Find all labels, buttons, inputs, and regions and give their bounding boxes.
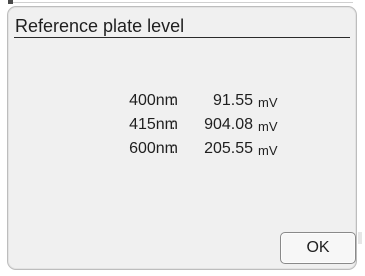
reading-row-600nm: 600nm : 205.55 mV bbox=[8, 139, 356, 163]
background-window-rule bbox=[13, 2, 353, 3]
title-divider bbox=[14, 37, 350, 38]
reading-separator: : bbox=[171, 140, 176, 157]
reading-row-400nm: 400nm : 91.55 mV bbox=[8, 91, 356, 115]
reading-unit: mV bbox=[258, 119, 278, 134]
reading-value: 91.55 bbox=[212, 92, 253, 109]
dialog-title: Reference plate level bbox=[15, 16, 185, 36]
screen: Reference plate level 400nm : 91.55 mV 4… bbox=[0, 0, 365, 276]
reading-value: 205.55 bbox=[204, 140, 253, 157]
reading-unit: mV bbox=[258, 95, 278, 110]
reading-separator: : bbox=[171, 92, 176, 109]
background-window-right-edge bbox=[357, 0, 365, 276]
reading-unit: mV bbox=[258, 143, 278, 158]
background-window-scroll-nub bbox=[358, 232, 362, 244]
reference-plate-level-dialog: Reference plate level 400nm : 91.55 mV 4… bbox=[7, 6, 357, 270]
ok-button[interactable]: OK bbox=[280, 232, 356, 264]
dialog-title-bar: Reference plate level bbox=[9, 8, 355, 38]
reading-value: 904.08 bbox=[204, 116, 253, 133]
reading-row-415nm: 415nm : 904.08 mV bbox=[8, 115, 356, 139]
reading-separator: : bbox=[171, 116, 176, 133]
